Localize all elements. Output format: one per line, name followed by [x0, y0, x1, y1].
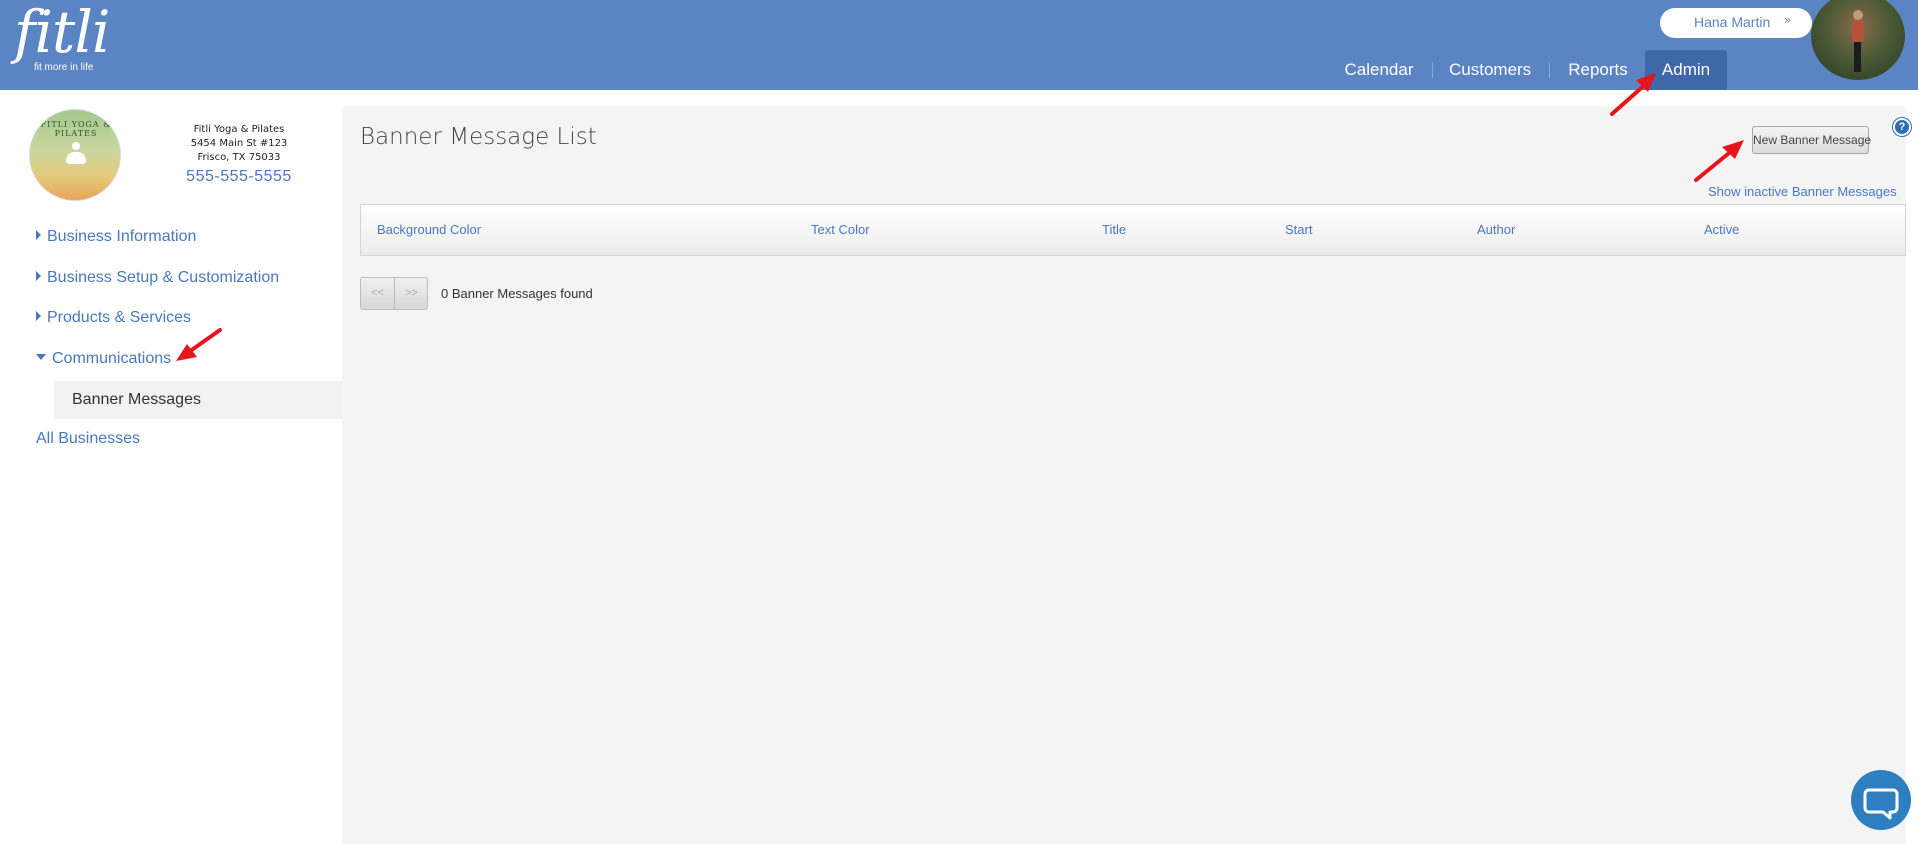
- show-inactive-link[interactable]: Show inactive Banner Messages: [1708, 184, 1897, 199]
- column-header-author[interactable]: Author: [1477, 222, 1515, 237]
- nav-customers[interactable]: Customers: [1449, 50, 1531, 90]
- pagination: << >>: [360, 277, 428, 310]
- avatar[interactable]: [1811, 0, 1905, 80]
- caret-right-icon: [36, 230, 41, 240]
- column-header-title[interactable]: Title: [1102, 222, 1126, 237]
- sidebar-subitem-banner-messages[interactable]: Banner Messages: [54, 381, 342, 419]
- logo-wordmark: fitli: [14, 0, 110, 66]
- avatar-figure-body: [1852, 20, 1864, 42]
- avatar-figure-leg: [1854, 42, 1861, 72]
- sidebar-item-all-businesses[interactable]: All Businesses: [36, 430, 140, 448]
- column-header-start[interactable]: Start: [1285, 222, 1312, 237]
- nav-separator: [1432, 63, 1433, 78]
- nav-separator: [1549, 63, 1550, 78]
- sidebar-item-label: Communications: [52, 350, 172, 367]
- business-logo-text: FITLI YOGA & PILATES: [40, 120, 112, 138]
- business-logo: FITLI YOGA & PILATES: [29, 109, 121, 201]
- sidebar: FITLI YOGA & PILATES Fitli Yoga & Pilate…: [0, 90, 342, 844]
- fitli-logo[interactable]: fitli fit more in life: [14, 0, 110, 73]
- caret-right-icon: [36, 271, 41, 281]
- business-address-line1: 5454 Main St #123: [190, 138, 288, 149]
- nav-reports[interactable]: Reports: [1566, 50, 1630, 90]
- page-title: Banner Message List: [360, 124, 597, 150]
- sidebar-item-products-services[interactable]: Products & Services: [36, 309, 191, 327]
- column-header-active[interactable]: Active: [1704, 222, 1739, 237]
- new-banner-message-button[interactable]: New Banner Message: [1752, 126, 1871, 154]
- sidebar-item-business-information[interactable]: Business Information: [36, 228, 196, 246]
- business-name: Fitli Yoga & Pilates: [193, 124, 285, 135]
- user-name: Hana Martin: [1694, 14, 1771, 30]
- next-page-button[interactable]: >>: [395, 278, 428, 309]
- nav-calendar[interactable]: Calendar: [1344, 50, 1414, 90]
- avatar-figure-head: [1853, 10, 1863, 20]
- top-header: fitli fit more in life Hana Martin » Cal…: [0, 0, 1918, 90]
- table-header: Background Color Text Color Title Start …: [360, 204, 1906, 256]
- caret-right-icon: [36, 311, 41, 321]
- sidebar-item-label: Products & Services: [47, 309, 192, 326]
- user-menu[interactable]: Hana Martin »: [1660, 8, 1812, 38]
- sidebar-item-business-setup[interactable]: Business Setup & Customization: [36, 269, 279, 287]
- caret-down-icon: [36, 354, 46, 360]
- chat-launcher-button[interactable]: [1851, 770, 1911, 830]
- business-address-line2: Frisco, TX 75033: [197, 152, 281, 163]
- sidebar-item-communications[interactable]: Communications: [36, 350, 171, 368]
- main-content: Banner Message List New Banner Message ?…: [342, 106, 1911, 844]
- previous-page-button[interactable]: <<: [361, 278, 394, 309]
- chat-bubble-icon: [1863, 788, 1899, 820]
- meditation-icon: [66, 142, 86, 166]
- help-icon[interactable]: ?: [1893, 118, 1911, 136]
- column-header-background-color[interactable]: Background Color: [377, 222, 481, 237]
- chevron-down-icon: »: [1784, 13, 1792, 27]
- results-count: 0 Banner Messages found: [441, 286, 593, 301]
- nav-admin[interactable]: Admin: [1645, 50, 1727, 90]
- sidebar-item-label: Business Information: [47, 228, 197, 245]
- sidebar-item-label: Business Setup & Customization: [47, 269, 280, 286]
- business-phone[interactable]: 555-555-5555: [172, 168, 306, 186]
- column-header-text-color[interactable]: Text Color: [811, 222, 870, 237]
- logo-tagline: fit more in life: [34, 62, 94, 73]
- business-address: Fitli Yoga & Pilates 5454 Main St #123 F…: [172, 123, 306, 165]
